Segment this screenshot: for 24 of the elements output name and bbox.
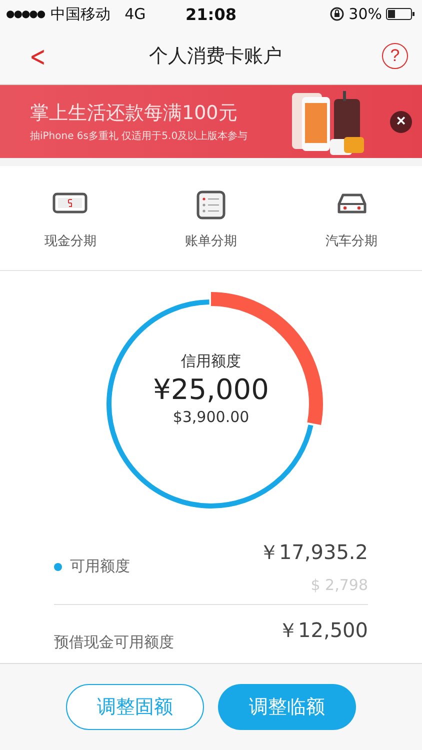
promo-banner[interactable]: 掌上生活还款每满100元 抽iPhone 6s多重礼 仅适用于5.0及以上版本参与 ×: [0, 85, 422, 158]
battery-percent: 30%: [348, 5, 382, 23]
row-label: 预借现金可用额度: [54, 633, 174, 652]
page-title: 个人消费卡账户: [149, 44, 282, 69]
credit-amount-usd: $3,900.00: [172, 408, 250, 426]
battery-icon: [386, 7, 416, 21]
banner-subline: 抽iPhone 6s多重礼 仅适用于5.0及以上版本参与: [30, 130, 249, 143]
shortcut-item[interactable]: 账单分期: [150, 190, 271, 250]
signal-dots: ●●●●●: [6, 8, 45, 20]
credit-label: 信用额度: [181, 352, 241, 371]
close-button[interactable]: ×: [390, 110, 412, 132]
network-type: 4G: [124, 5, 146, 23]
credit-amount: ¥25,000: [153, 373, 269, 406]
banner-headline: 掌上生活还款每满100元: [30, 101, 238, 126]
shortcut-item[interactable]: 汽车分期: [292, 190, 412, 250]
rotation-lock-icon: [328, 6, 345, 22]
row-label: 可用额度: [70, 557, 130, 576]
help-button[interactable]: ?: [382, 43, 408, 69]
status-time: 21:08: [186, 4, 236, 24]
row-value: ￥12,500: [278, 617, 368, 644]
back-button[interactable]: <: [30, 40, 46, 72]
row-value: ￥17,935.2: [258, 539, 368, 566]
shortcut-item[interactable]: 现金分期: [10, 190, 130, 250]
carrier-name: 中国移动: [50, 4, 111, 24]
